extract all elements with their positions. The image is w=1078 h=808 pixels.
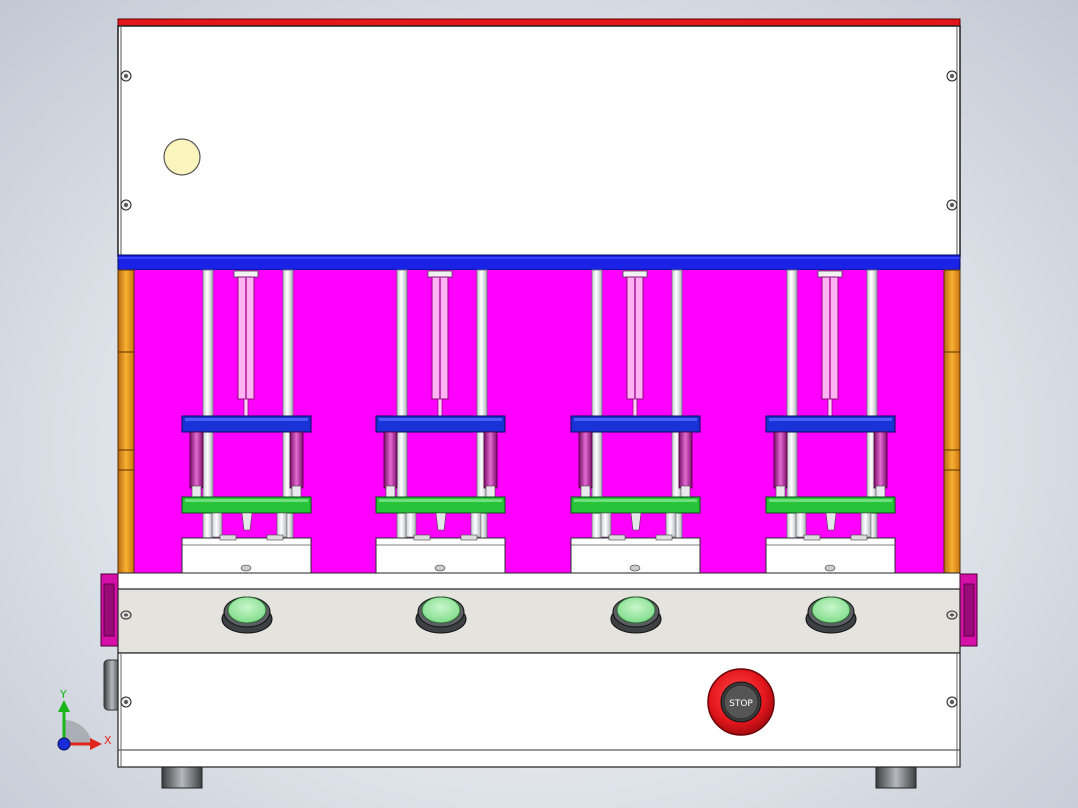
screw-icon bbox=[629, 564, 641, 572]
emergency-stop-button[interactable]: STOP bbox=[707, 668, 775, 736]
pin bbox=[795, 512, 807, 538]
guide-sleeve bbox=[678, 431, 693, 489]
screw-icon bbox=[946, 696, 958, 708]
punch-tip bbox=[630, 512, 642, 531]
base-bar bbox=[117, 572, 961, 590]
start-button[interactable] bbox=[415, 596, 467, 634]
pin bbox=[470, 512, 482, 538]
screw-icon bbox=[824, 564, 836, 572]
piston-rod bbox=[632, 398, 638, 417]
pin bbox=[405, 512, 417, 538]
foot-right bbox=[875, 765, 917, 789]
screw-icon bbox=[120, 199, 132, 211]
piston-rod bbox=[827, 398, 833, 417]
cylinder-cap bbox=[622, 270, 648, 278]
start-button[interactable] bbox=[221, 596, 273, 634]
indicator-lamp bbox=[163, 138, 201, 176]
screw-icon bbox=[946, 199, 958, 211]
pin bbox=[860, 512, 872, 538]
top-beam bbox=[117, 254, 961, 271]
screw-icon bbox=[434, 564, 446, 572]
pin bbox=[665, 512, 677, 538]
screw-icon bbox=[120, 70, 132, 82]
pin bbox=[276, 512, 288, 538]
piston-rod bbox=[437, 398, 443, 417]
guide-sleeve bbox=[383, 431, 398, 489]
guide-sleeve bbox=[773, 431, 788, 489]
y-axis-label: Y bbox=[59, 688, 67, 701]
cylinder-cap bbox=[233, 270, 259, 278]
screw-icon bbox=[946, 70, 958, 82]
guide-sleeve bbox=[578, 431, 593, 489]
side-post-left bbox=[117, 269, 135, 575]
screw-icon bbox=[240, 564, 252, 572]
screw-icon bbox=[120, 696, 132, 708]
screw-icon bbox=[120, 610, 132, 620]
x-axis-label: X bbox=[104, 734, 112, 747]
screw-icon bbox=[946, 610, 958, 620]
side-post-right bbox=[943, 269, 961, 575]
guide-sleeve bbox=[873, 431, 888, 489]
pin bbox=[211, 512, 223, 538]
pin bbox=[600, 512, 612, 538]
foot-left bbox=[161, 765, 203, 789]
punch-tip bbox=[241, 512, 253, 531]
piston-rod bbox=[243, 398, 249, 417]
guide-sleeve bbox=[483, 431, 498, 489]
punch-tip bbox=[435, 512, 447, 531]
guide-sleeve bbox=[289, 431, 304, 489]
guide-sleeve bbox=[189, 431, 204, 489]
start-button[interactable] bbox=[805, 596, 857, 634]
cylinder-cap bbox=[817, 270, 843, 278]
punch-tip bbox=[825, 512, 837, 531]
start-button[interactable] bbox=[610, 596, 662, 634]
machine-diagram: STOP Y X bbox=[57, 18, 978, 789]
cylinder-cap bbox=[427, 270, 453, 278]
upper-cover bbox=[117, 25, 961, 257]
side-bracket-left bbox=[100, 573, 119, 647]
side-bracket-right bbox=[959, 573, 978, 647]
stop-label: STOP bbox=[729, 699, 753, 709]
